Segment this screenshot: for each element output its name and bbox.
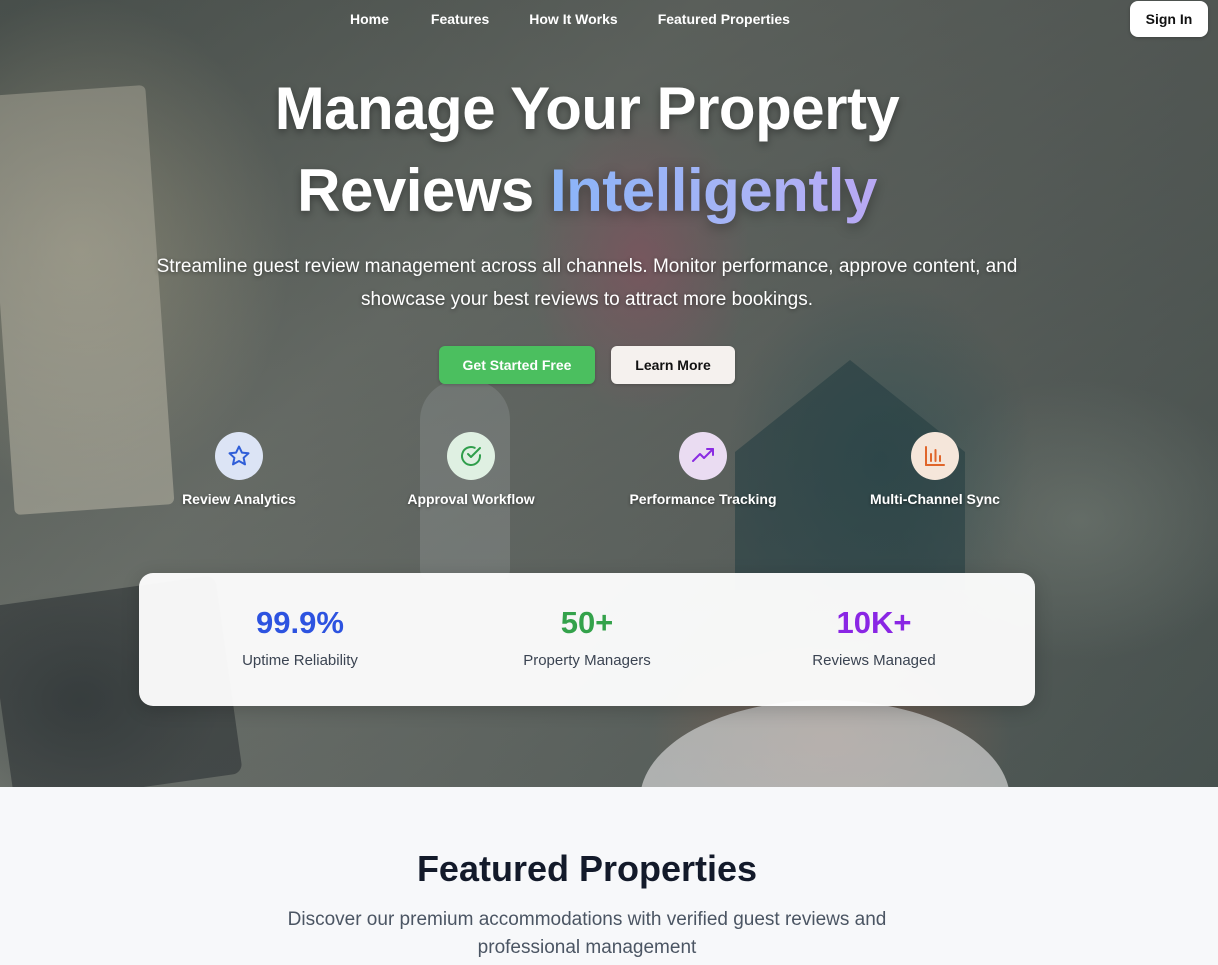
trending-up-icon bbox=[692, 448, 714, 462]
hero-title-line2: Reviews bbox=[297, 157, 534, 224]
feature-approval-workflow: Approval Workflow bbox=[371, 432, 571, 507]
stat-value: 99.9% bbox=[256, 605, 344, 640]
stat-label: Property Managers bbox=[523, 652, 651, 669]
bar-chart-icon bbox=[925, 446, 945, 466]
sign-in-button[interactable]: Sign In bbox=[1130, 1, 1208, 37]
feature-label: Performance Tracking bbox=[629, 491, 777, 507]
stat-value: 10K+ bbox=[836, 605, 912, 640]
hero-section: Home Features How It Works Featured Prop… bbox=[0, 0, 1218, 787]
learn-more-button[interactable]: Learn More bbox=[611, 346, 735, 384]
top-nav: Home Features How It Works Featured Prop… bbox=[0, 0, 1218, 40]
feature-performance-tracking: Performance Tracking bbox=[603, 432, 803, 507]
feature-icon-circle bbox=[679, 432, 727, 480]
nav-link-featured-properties[interactable]: Featured Properties bbox=[658, 11, 790, 27]
nav-link-how-it-works[interactable]: How It Works bbox=[529, 11, 617, 27]
feature-multi-channel-sync: Multi-Channel Sync bbox=[835, 432, 1035, 507]
feature-label: Review Analytics bbox=[182, 491, 296, 507]
nav-link-features[interactable]: Features bbox=[431, 11, 489, 27]
hero-subtitle: Streamline guest review management acros… bbox=[156, 256, 1018, 310]
stats-card: 99.9% Uptime Reliability 50+ Property Ma… bbox=[139, 573, 1035, 706]
stat-uptime: 99.9% Uptime Reliability bbox=[170, 603, 430, 669]
stat-reviews-managed: 10K+ Reviews Managed bbox=[744, 603, 1004, 669]
check-circle-icon bbox=[461, 446, 481, 466]
star-icon bbox=[228, 445, 250, 466]
featured-properties-title: Featured Properties bbox=[416, 848, 758, 889]
feature-icon-circle bbox=[215, 432, 263, 480]
stat-label: Reviews Managed bbox=[812, 652, 936, 669]
featured-properties-subtitle: Discover our premium accommodations with… bbox=[287, 909, 887, 958]
nav-link-home[interactable]: Home bbox=[350, 11, 389, 27]
feature-review-analytics: Review Analytics bbox=[139, 432, 339, 507]
stat-label: Uptime Reliability bbox=[242, 652, 358, 669]
stat-property-managers: 50+ Property Managers bbox=[457, 603, 717, 669]
stat-value: 50+ bbox=[560, 605, 614, 640]
hero-title-line1: Manage Your Property bbox=[274, 75, 900, 142]
feature-icon-circle bbox=[447, 432, 495, 480]
nav-links: Home Features How It Works Featured Prop… bbox=[350, 11, 830, 27]
get-started-button[interactable]: Get Started Free bbox=[439, 346, 595, 384]
hero-title-accent: Intelligently bbox=[549, 157, 877, 224]
feature-label: Approval Workflow bbox=[407, 491, 535, 507]
feature-label: Multi-Channel Sync bbox=[870, 491, 1000, 507]
hero-title: Manage Your Property Reviews Intelligent… bbox=[0, 68, 1174, 232]
feature-icon-circle bbox=[911, 432, 959, 480]
